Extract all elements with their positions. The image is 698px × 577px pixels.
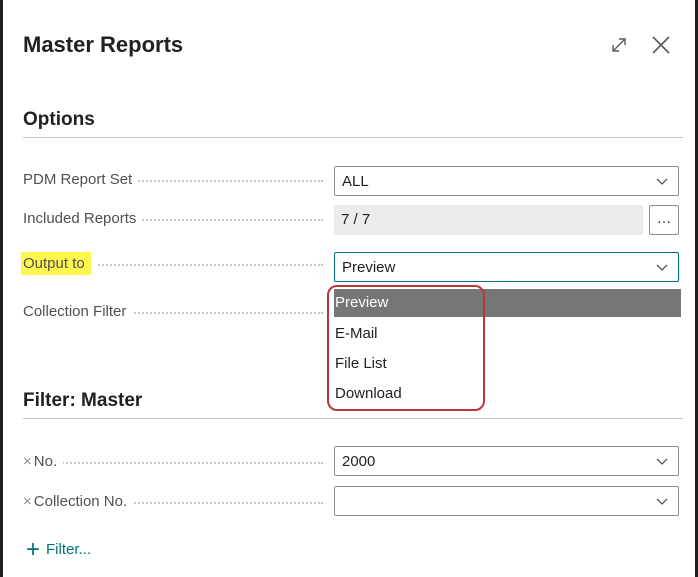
remove-filter-icon[interactable]: × (23, 453, 32, 470)
pdm-report-set-value: ALL (342, 173, 369, 190)
output-to-dropdown: Preview E-Mail File List Download (334, 287, 681, 408)
plus-icon: + (26, 536, 41, 563)
filter-no-value: 2000 (342, 453, 376, 470)
dropdown-option-file-list[interactable]: File List (334, 350, 477, 378)
filter-collection-no-select[interactable] (334, 486, 679, 516)
dialog-title: Master Reports (23, 32, 184, 57)
dropdown-option-email[interactable]: E-Mail (334, 320, 477, 348)
output-to-select[interactable]: Preview (334, 252, 679, 282)
remove-filter-icon[interactable]: × (23, 493, 32, 510)
dropdown-option-download[interactable]: Download (334, 380, 477, 408)
output-to-value: Preview (342, 259, 396, 276)
pdm-report-set-label: PDM Report Set (23, 171, 323, 188)
output-to-highlight: Output to (21, 252, 91, 275)
expand-icon[interactable] (607, 33, 631, 57)
pdm-report-set-select[interactable]: ALL (334, 166, 679, 196)
options-section-title: Options (23, 109, 95, 130)
collection-filter-label: Collection Filter (23, 303, 323, 320)
filter-collection-no-label: × Collection No. (23, 493, 323, 510)
filter-section-title: Filter: Master (23, 390, 143, 411)
included-reports-assist-button[interactable]: … (649, 205, 679, 235)
filter-divider (23, 418, 683, 419)
close-icon[interactable] (649, 33, 673, 57)
filter-no-select[interactable]: 2000 (334, 446, 679, 476)
add-filter-button[interactable]: + Filter... (26, 536, 91, 564)
chevron-down-icon (656, 264, 668, 271)
dropdown-option-preview[interactable]: Preview (334, 289, 681, 317)
chevron-down-icon (656, 178, 668, 185)
chevron-down-icon (656, 458, 668, 465)
options-divider (23, 137, 683, 138)
output-to-label: Output to (21, 252, 323, 275)
chevron-down-icon (656, 498, 668, 505)
leader-dots (23, 462, 323, 465)
filter-no-label: × No. (23, 453, 323, 470)
included-reports-value: 7 / 7 (341, 211, 371, 228)
included-reports-field: 7 / 7 (334, 205, 643, 235)
included-reports-label: Included Reports (23, 210, 323, 227)
window-left-border (0, 0, 3, 577)
